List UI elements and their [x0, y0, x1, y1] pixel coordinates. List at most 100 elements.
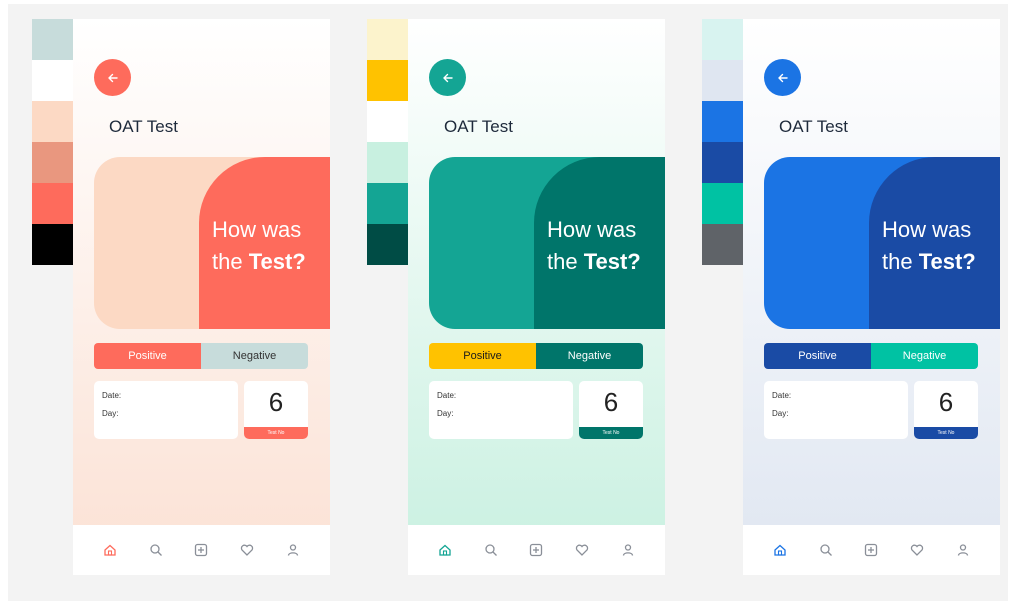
home-icon: [104, 544, 116, 556]
profile-icon: [622, 544, 634, 556]
profile-icon: [287, 544, 299, 556]
bottom-nav: [73, 525, 330, 575]
arrow-left-icon: [442, 73, 453, 82]
result-toggle: Positive Negative: [429, 343, 643, 369]
test-number-value: 6: [938, 387, 954, 417]
color-swatch: [32, 142, 73, 183]
heart-icon: [241, 544, 254, 556]
hero-line-2-prefix: the: [882, 249, 919, 274]
page-title: OAT Test: [109, 117, 178, 136]
color-palette: [367, 19, 408, 265]
color-swatch: [702, 183, 743, 224]
nav-item-add[interactable]: [861, 540, 881, 560]
positive-button[interactable]: Positive: [94, 343, 201, 369]
home-icon: [774, 544, 786, 556]
test-number-value: 6: [603, 387, 619, 417]
nav-item-home[interactable]: [435, 540, 455, 560]
nav-item-search[interactable]: [146, 540, 166, 560]
nav-item-add[interactable]: [191, 540, 211, 560]
search-icon: [820, 544, 832, 556]
color-swatch: [702, 101, 743, 142]
nav-item-heart[interactable]: [237, 540, 257, 560]
date-label: Date:: [437, 391, 457, 400]
hero-line-2-bold: Test?: [583, 249, 641, 274]
color-swatch: [32, 60, 73, 101]
color-swatch: [32, 19, 73, 60]
add-icon: [195, 543, 208, 557]
arrow-left-icon: [777, 73, 788, 82]
hero-line-1: How was: [882, 217, 972, 242]
color-swatch: [367, 101, 408, 142]
hero-line-1: How was: [212, 217, 302, 242]
phone-screen: OAT Test How was the Test? Positive Negative…: [73, 19, 330, 575]
color-swatch: [32, 183, 73, 224]
page-title: OAT Test: [444, 117, 513, 136]
search-icon: [485, 544, 497, 556]
add-icon: [530, 543, 543, 557]
nav-item-heart[interactable]: [572, 540, 592, 560]
nav-item-search[interactable]: [816, 540, 836, 560]
color-swatch: [367, 142, 408, 183]
color-swatch: [367, 19, 408, 60]
hero-question: How was the Test?: [882, 214, 976, 278]
color-swatch: [702, 142, 743, 183]
back-button[interactable]: [429, 59, 466, 96]
positive-button[interactable]: Positive: [764, 343, 871, 369]
nav-item-search[interactable]: [481, 540, 501, 560]
nav-item-profile[interactable]: [618, 540, 638, 560]
day-label: Day:: [437, 409, 454, 418]
back-button[interactable]: [94, 59, 131, 96]
color-palette: [702, 19, 743, 265]
negative-button[interactable]: Negative: [201, 343, 308, 369]
bottom-nav: [408, 525, 665, 575]
test-number-card: 6 Test No: [579, 381, 643, 439]
page-title: OAT Test: [779, 117, 848, 136]
hero-question: How was the Test?: [547, 214, 641, 278]
hero-line-2-bold: Test?: [248, 249, 306, 274]
day-label: Day:: [772, 409, 789, 418]
nav-item-profile[interactable]: [953, 540, 973, 560]
date-info-card: Date: Day:: [764, 381, 908, 439]
test-number-label: Test No: [914, 427, 978, 439]
nav-item-heart[interactable]: [907, 540, 927, 560]
profile-icon: [957, 544, 969, 556]
positive-button[interactable]: Positive: [429, 343, 536, 369]
heart-icon: [576, 544, 589, 556]
hero-line-2-prefix: the: [547, 249, 584, 274]
hero-line-2-bold: Test?: [918, 249, 976, 274]
hero-card: How was the Test?: [764, 157, 1000, 329]
color-swatch: [32, 101, 73, 142]
color-swatch: [702, 60, 743, 101]
test-number-value: 6: [268, 387, 284, 417]
color-swatch: [367, 60, 408, 101]
add-icon: [865, 543, 878, 557]
day-label: Day:: [102, 409, 119, 418]
home-icon: [439, 544, 451, 556]
hero-card: How was the Test?: [94, 157, 330, 329]
color-swatch: [702, 224, 743, 265]
nav-item-home[interactable]: [770, 540, 790, 560]
negative-button[interactable]: Negative: [536, 343, 643, 369]
color-swatch: [367, 183, 408, 224]
hero-question: How was the Test?: [212, 214, 306, 278]
negative-button[interactable]: Negative: [871, 343, 978, 369]
nav-item-profile[interactable]: [283, 540, 303, 560]
color-swatch: [32, 224, 73, 265]
result-toggle: Positive Negative: [94, 343, 308, 369]
hero-line-1: How was: [547, 217, 637, 242]
color-palette: [32, 19, 73, 265]
color-swatch: [702, 19, 743, 60]
date-label: Date:: [772, 391, 792, 400]
nav-item-add[interactable]: [526, 540, 546, 560]
search-icon: [150, 544, 162, 556]
test-number-label: Test No: [244, 427, 308, 439]
phone-screen: OAT Test How was the Test? Positive Negative…: [408, 19, 665, 575]
date-label: Date:: [102, 391, 122, 400]
back-button[interactable]: [764, 59, 801, 96]
result-toggle: Positive Negative: [764, 343, 978, 369]
date-info-card: Date: Day:: [94, 381, 238, 439]
test-number-card: 6 Test No: [244, 381, 308, 439]
color-swatch: [367, 224, 408, 265]
nav-item-home[interactable]: [100, 540, 120, 560]
heart-icon: [911, 544, 924, 556]
